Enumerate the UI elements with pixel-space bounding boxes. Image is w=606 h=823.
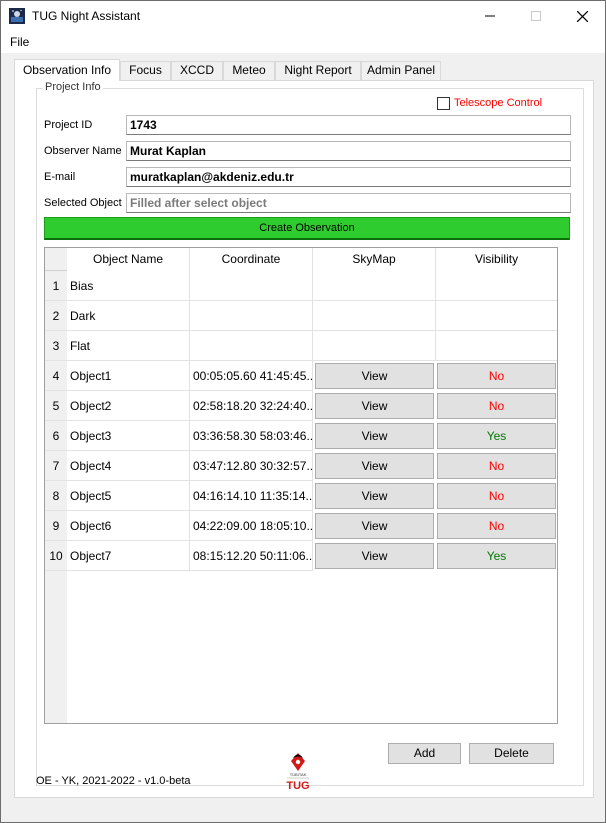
- visibility-button[interactable]: No: [437, 393, 556, 419]
- object-name-cell[interactable]: Object2: [67, 391, 190, 421]
- row-number[interactable]: 5: [45, 391, 67, 421]
- delete-button[interactable]: Delete: [469, 743, 554, 764]
- visibility-cell[interactable]: [436, 331, 557, 361]
- skymap-cell[interactable]: [313, 301, 436, 331]
- project-info-title: Project Info: [43, 81, 103, 93]
- telescope-app-icon: [9, 8, 25, 24]
- header-skymap[interactable]: SkyMap: [313, 248, 436, 271]
- coordinate-cell[interactable]: 03:47:12.80 30:32:57....: [190, 451, 313, 481]
- objects-table: Object Name Coordinate SkyMap Visibility…: [44, 247, 558, 724]
- coordinate-cell[interactable]: 02:58:18.20 32:24:40....: [190, 391, 313, 421]
- maximize-button[interactable]: [513, 1, 559, 31]
- close-button[interactable]: [559, 1, 605, 31]
- skymap-view-button[interactable]: View: [315, 543, 434, 569]
- coordinate-cell[interactable]: 03:36:58.30 58:03:46....: [190, 421, 313, 451]
- visibility-button[interactable]: No: [437, 363, 556, 389]
- version-text: OE - YK, 2021-2022 - v1.0-beta: [36, 775, 191, 787]
- coordinate-cell[interactable]: [190, 271, 313, 301]
- skymap-cell[interactable]: [313, 331, 436, 361]
- skymap-view-button[interactable]: View: [315, 423, 434, 449]
- visibility-button[interactable]: No: [437, 483, 556, 509]
- coordinate-cell[interactable]: 04:16:14.10 11:35:14....: [190, 481, 313, 511]
- object-name-cell[interactable]: Object3: [67, 421, 190, 451]
- observer-name-label: Observer Name: [44, 145, 122, 157]
- row-number[interactable]: 7: [45, 451, 67, 481]
- maximize-icon: [531, 11, 541, 21]
- header-object-name[interactable]: Object Name: [67, 248, 190, 271]
- coordinate-cell[interactable]: 00:05:05.60 41:45:45....: [190, 361, 313, 391]
- visibility-cell[interactable]: [436, 301, 557, 331]
- email-field[interactable]: muratkaplan@akdeniz.edu.tr: [126, 167, 571, 187]
- skymap-view-button[interactable]: View: [315, 513, 434, 539]
- tab-focus[interactable]: Focus: [120, 61, 171, 80]
- project-id-label: Project ID: [44, 119, 93, 131]
- row-number[interactable]: 8: [45, 481, 67, 511]
- row-number[interactable]: 10: [45, 541, 67, 571]
- object-name-cell[interactable]: Object4: [67, 451, 190, 481]
- telescope-control-label[interactable]: Telescope Control: [454, 97, 542, 109]
- object-name-cell[interactable]: Object6: [67, 511, 190, 541]
- menu-file[interactable]: File: [10, 35, 29, 49]
- observer-name-field[interactable]: Murat Kaplan: [126, 141, 571, 161]
- skymap-view-button[interactable]: View: [315, 483, 434, 509]
- tab-admin-panel[interactable]: Admin Panel: [361, 61, 441, 80]
- table-corner: [45, 248, 67, 271]
- logo-text: TUG: [286, 780, 310, 792]
- minimize-button[interactable]: [467, 1, 513, 31]
- coordinate-cell[interactable]: 08:15:12.20 50:11:06....: [190, 541, 313, 571]
- coordinate-cell[interactable]: [190, 331, 313, 361]
- visibility-button[interactable]: Yes: [437, 423, 556, 449]
- object-name-cell[interactable]: Object5: [67, 481, 190, 511]
- visibility-button[interactable]: No: [437, 513, 556, 539]
- coordinate-cell[interactable]: 04:22:09.00 18:05:10....: [190, 511, 313, 541]
- tab-xccd[interactable]: XCCD: [171, 61, 223, 80]
- menu-bar: File: [1, 31, 605, 53]
- visibility-cell[interactable]: [436, 271, 557, 301]
- email-label: E-mail: [44, 171, 76, 183]
- object-name-cell[interactable]: Bias: [67, 271, 190, 301]
- close-icon: [576, 10, 588, 22]
- object-name-cell[interactable]: Flat: [67, 331, 190, 361]
- row-number[interactable]: 3: [45, 331, 67, 361]
- visibility-button[interactable]: Yes: [437, 543, 556, 569]
- logo-subtext: TÜBİTAK: [289, 772, 307, 777]
- tab-observation-info[interactable]: Observation Info: [14, 59, 120, 81]
- header-visibility[interactable]: Visibility: [436, 248, 557, 271]
- header-coordinate[interactable]: Coordinate: [190, 248, 313, 271]
- create-observation-button[interactable]: Create Observation: [44, 217, 570, 240]
- row-number[interactable]: 2: [45, 301, 67, 331]
- tug-logo: TÜBİTAK TUG: [283, 751, 313, 796]
- skymap-view-button[interactable]: View: [315, 393, 434, 419]
- observation-info-panel: Project Info Telescope Control Project I…: [14, 80, 594, 798]
- telescope-control-checkbox[interactable]: [437, 97, 450, 110]
- coordinate-cell[interactable]: [190, 301, 313, 331]
- skymap-cell[interactable]: [313, 271, 436, 301]
- selected-object-field[interactable]: Filled after select object: [126, 193, 571, 213]
- add-button[interactable]: Add: [388, 743, 461, 764]
- skymap-view-button[interactable]: View: [315, 363, 434, 389]
- window-title: TUG Night Assistant: [32, 9, 141, 23]
- tab-night-report[interactable]: Night Report: [275, 61, 361, 80]
- selected-object-label: Selected Object: [44, 197, 122, 209]
- object-name-cell[interactable]: Dark: [67, 301, 190, 331]
- row-number[interactable]: 4: [45, 361, 67, 391]
- project-id-field[interactable]: 1743: [126, 115, 571, 135]
- row-number[interactable]: 1: [45, 271, 67, 301]
- main-window: TUG Night Assistant File Observation Inf…: [0, 0, 606, 823]
- row-number[interactable]: 9: [45, 511, 67, 541]
- tab-meteo[interactable]: Meteo: [223, 61, 275, 80]
- object-name-cell[interactable]: Object7: [67, 541, 190, 571]
- title-bar[interactable]: TUG Night Assistant: [1, 1, 605, 31]
- skymap-view-button[interactable]: View: [315, 453, 434, 479]
- object-name-cell[interactable]: Object1: [67, 361, 190, 391]
- row-number[interactable]: 6: [45, 421, 67, 451]
- visibility-button[interactable]: No: [437, 453, 556, 479]
- minimize-icon: [485, 15, 495, 17]
